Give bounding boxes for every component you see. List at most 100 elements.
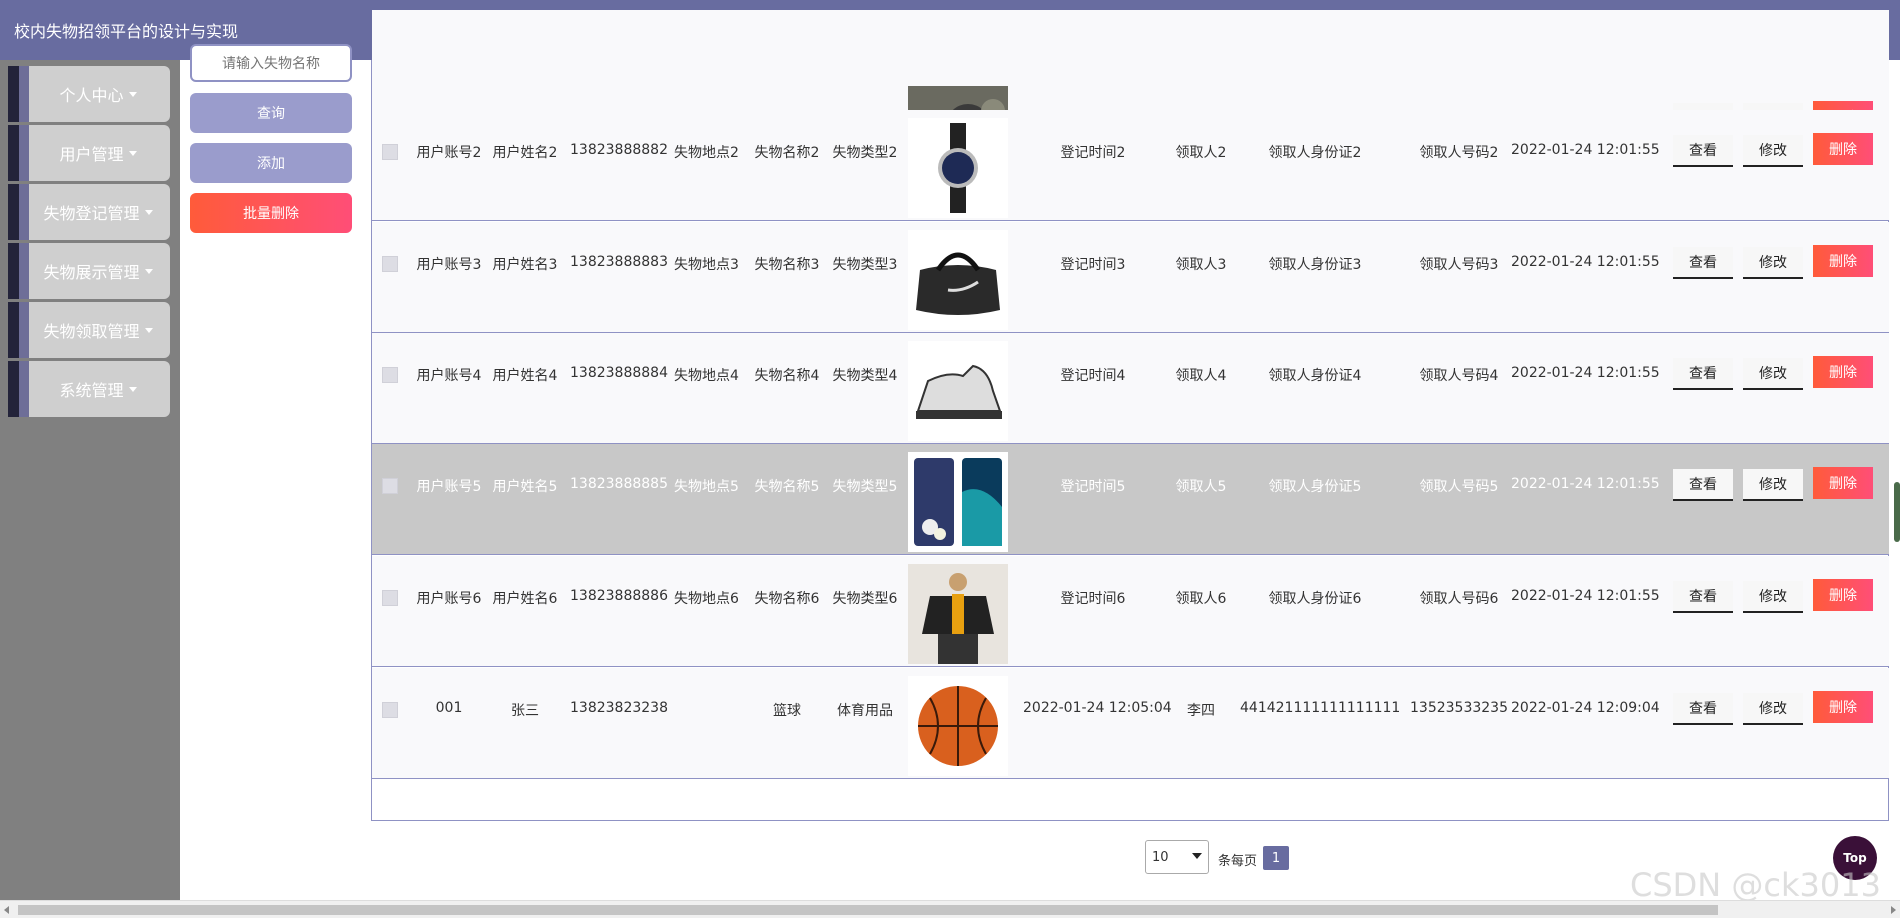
cell-claimer: 领取人3 [1175, 257, 1227, 273]
cell-claimer: 领取人6 [1175, 591, 1227, 607]
view-button[interactable]: 查看 [1673, 247, 1733, 279]
cell-item: 失物名称6 [754, 591, 820, 607]
cell-time: 2022-01-24 12:01:55 [1511, 142, 1660, 158]
sidebar-item-lost-registration[interactable]: 失物登记管理 [8, 184, 170, 240]
row-checkbox[interactable] [382, 367, 398, 383]
delete-button[interactable]: 删除 [1813, 133, 1873, 165]
cell-type: 失物类型4 [832, 368, 898, 384]
vertical-scrollbar[interactable] [1894, 482, 1900, 542]
cell-register-time: 登记时间5 [1060, 479, 1126, 495]
cell-name: 张三 [511, 703, 539, 719]
row-checkbox[interactable] [382, 256, 398, 272]
view-button[interactable]: 查看 [1673, 581, 1733, 613]
cell-item: 失物名称2 [754, 145, 820, 161]
table-row[interactable]: 用户账号4 用户姓名4 13823888884 失物地点4 失物名称4 失物类型4 登记时间… [372, 333, 1889, 444]
cell-register-time: 登记时间6 [1060, 591, 1126, 607]
cell-claimer-phone: 13523533235 [1410, 700, 1508, 716]
row-checkbox[interactable] [382, 478, 398, 494]
sidebar-item-lost-claim[interactable]: 失物领取管理 [8, 302, 170, 358]
sidebar-item-system-management[interactable]: 系统管理 [8, 361, 170, 417]
cell-claimer-id: 领取人身份证5 [1268, 479, 1362, 495]
sneaker-image [908, 341, 1008, 441]
view-button[interactable]: 查看 [1673, 358, 1733, 390]
cell-register-time: 登记时间3 [1060, 257, 1126, 273]
table-row[interactable]: 用户账号2 用户姓名2 13823888882 失物地点2 失物名称2 失物类型2 登记时间… [372, 110, 1889, 221]
delete-button[interactable]: 删除 [1813, 245, 1873, 277]
view-button[interactable]: 查看 [1673, 693, 1733, 725]
sidebar-item-user-management[interactable]: 用户管理 [8, 125, 170, 181]
scroll-right-icon[interactable] [1891, 906, 1896, 914]
basketball-image [908, 676, 1008, 776]
edit-button[interactable]: 修改 [1743, 247, 1803, 279]
scrollbar-thumb[interactable] [18, 905, 1718, 915]
cell-register-time: 登记时间2 [1060, 145, 1126, 161]
cell-location: 失物地点6 [674, 591, 739, 607]
cell-account: 用户账号3 [416, 257, 482, 273]
sidebar-item-lost-display[interactable]: 失物展示管理 [8, 243, 170, 299]
row-checkbox[interactable] [382, 702, 398, 718]
sidebar-item-label: 用户管理 [59, 145, 124, 164]
cell-location: 失物地点4 [674, 368, 739, 384]
view-button[interactable]: 查看 [1673, 469, 1733, 501]
row-checkbox[interactable] [382, 590, 398, 606]
batch-delete-button[interactable]: 批量删除 [190, 193, 352, 233]
cell-type: 失物类型2 [832, 145, 898, 161]
edit-button[interactable]: 修改 [1743, 693, 1803, 725]
cell-time: 2022-01-24 12:01:55 [1511, 254, 1660, 270]
cell-account: 用户账号2 [416, 145, 482, 161]
cell-claimer-phone: 领取人号码4 [1419, 368, 1499, 384]
cell-name: 用户姓名2 [492, 145, 558, 161]
sidebar-item-label: 失物登记管理 [43, 204, 140, 223]
sidebar-item-label: 个人中心 [59, 86, 124, 105]
cell-account: 用户账号6 [416, 591, 482, 607]
row-checkbox[interactable] [382, 144, 398, 160]
cell-claimer-id: 441421111111111111 [1240, 700, 1401, 716]
cell-phone: 13823888884 [570, 365, 668, 381]
table-row[interactable]: 用户账号5 用户姓名5 13823888885 失物地点5 失物名称5 失物类型5 登记时间… [372, 444, 1889, 555]
chevron-down-icon [144, 327, 153, 333]
edit-button[interactable]: 修改 [1743, 135, 1803, 167]
chevron-down-icon [128, 150, 137, 156]
cell-phone: 13823888882 [570, 142, 668, 158]
per-page-label: 条每页 [1218, 854, 1258, 869]
cell-claimer-id: 领取人身份证2 [1268, 145, 1362, 161]
search-input[interactable] [190, 44, 352, 82]
cell-time: 2022-01-24 12:01:55 [1511, 476, 1660, 492]
sidebar-item-personal-center[interactable]: 个人中心 [8, 66, 170, 122]
cell-claimer-id: 领取人身份证6 [1268, 591, 1362, 607]
cell-phone: 13823888883 [570, 254, 668, 270]
cell-item: 失物名称4 [754, 368, 820, 384]
delete-button[interactable]: 删除 [1813, 356, 1873, 388]
cell-claimer: 领取人2 [1175, 145, 1227, 161]
add-button[interactable]: 添加 [190, 143, 352, 183]
delete-button[interactable]: 删除 [1813, 691, 1873, 723]
query-button[interactable]: 查询 [190, 93, 352, 133]
edit-button[interactable]: 修改 [1743, 469, 1803, 501]
page-number-button[interactable]: 1 [1263, 846, 1289, 870]
cell-claimer-phone: 领取人号码3 [1419, 257, 1499, 273]
app-title: 校内失物招领平台的设计与实现 [14, 22, 239, 41]
delete-button[interactable]: 删除 [1813, 579, 1873, 611]
cell-claimer: 李四 [1187, 703, 1215, 719]
cell-item: 失物名称3 [754, 257, 820, 273]
scroll-left-icon[interactable] [4, 906, 9, 914]
page-size-select[interactable]: 10 [1145, 840, 1209, 874]
table-row[interactable]: 用户账号6 用户姓名6 13823888886 失物地点6 失物名称6 失物类型6 登记时间… [372, 556, 1889, 667]
table-row[interactable]: 用户账号3 用户姓名3 13823888883 失物地点3 失物名称3 失物类型3 登记时间… [372, 222, 1889, 333]
cell-type: 失物类型3 [832, 257, 898, 273]
table-row[interactable]: 001 张三 13823823238 篮球 体育用品 2022-01-24 12:05:0… [372, 668, 1889, 779]
cell-phone: 13823823238 [570, 700, 668, 716]
edit-button[interactable]: 修改 [1743, 581, 1803, 613]
cell-time: 2022-01-24 12:01:55 [1511, 588, 1660, 604]
edit-button[interactable]: 修改 [1743, 358, 1803, 390]
cell-location: 失物地点3 [674, 257, 739, 273]
horizontal-scrollbar[interactable] [0, 900, 1900, 918]
chevron-down-icon [1192, 853, 1202, 859]
cell-item: 篮球 [773, 703, 801, 719]
view-button[interactable]: 查看 [1673, 135, 1733, 167]
delete-button[interactable]: 删除 [1813, 467, 1873, 499]
chevron-down-icon [128, 91, 137, 97]
cell-name: 用户姓名5 [492, 479, 558, 495]
cell-account: 001 [435, 700, 463, 716]
page-size-value: 10 [1152, 849, 1169, 865]
